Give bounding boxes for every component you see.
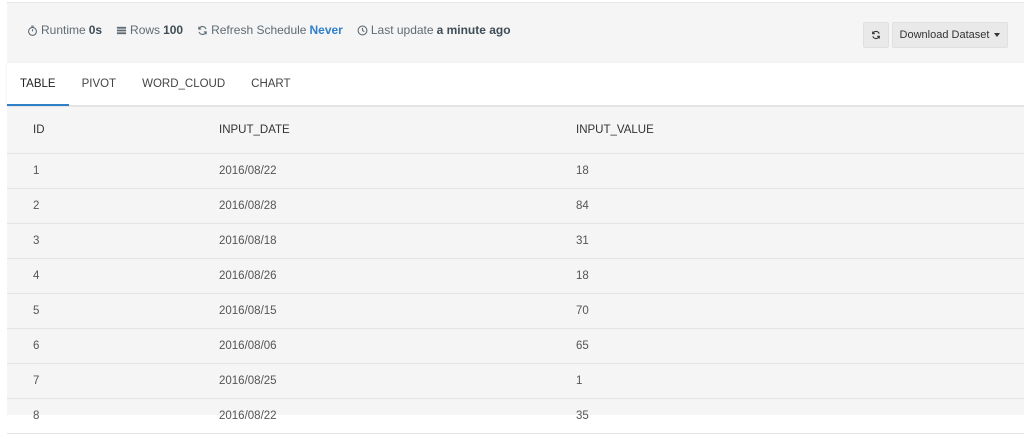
column-header-input-date[interactable]: INPUT_DATE [219, 107, 576, 153]
cell-id: 3 [7, 223, 219, 258]
cell-input-date: 2016/08/25 [219, 363, 576, 398]
table-row: 4 2016/08/26 18 [7, 258, 1024, 293]
rows-label: Rows [130, 23, 160, 37]
cell-id: 8 [7, 398, 219, 433]
cell-id: 1 [7, 153, 219, 188]
tab-word-cloud[interactable]: WORD_CLOUD [129, 63, 238, 105]
table-row: 3 2016/08/18 31 [7, 223, 1024, 258]
runtime-label: Runtime [41, 23, 86, 37]
cell-input-date: 2016/08/22 [219, 153, 576, 188]
rows-icon [116, 25, 127, 36]
refresh-icon [197, 25, 208, 36]
cell-input-date: 2016/08/22 [219, 398, 576, 433]
visualization-tabs: TABLE PIVOT WORD_CLOUD CHART [7, 63, 1024, 106]
cell-id: 2 [7, 188, 219, 223]
cell-input-value: 84 [576, 188, 1024, 223]
column-header-input-value[interactable]: INPUT_VALUE [576, 107, 1024, 153]
cell-input-date: 2016/08/26 [219, 258, 576, 293]
results-table-container: ID INPUT_DATE INPUT_VALUE 1 2016/08/22 1… [7, 107, 1024, 415]
cell-input-value: 70 [576, 293, 1024, 328]
stopwatch-icon [27, 25, 38, 36]
query-result-panel: Runtime 0s Rows 100 Refresh Schedule Nev… [7, 2, 1024, 415]
clock-icon [357, 25, 368, 36]
result-meta: Runtime 0s Rows 100 Refresh Schedule Nev… [27, 23, 511, 37]
refresh-schedule-label: Refresh Schedule [211, 23, 306, 37]
cell-id: 4 [7, 258, 219, 293]
cell-id: 7 [7, 363, 219, 398]
column-header-id[interactable]: ID [7, 107, 219, 153]
last-update-label: Last update [371, 23, 434, 37]
table-row: 6 2016/08/06 65 [7, 328, 1024, 363]
download-dataset-label: Download Dataset [900, 29, 990, 41]
caret-down-icon [994, 33, 1000, 37]
table-row: 1 2016/08/22 18 [7, 153, 1024, 188]
runtime-info: Runtime 0s [27, 23, 102, 37]
results-table: ID INPUT_DATE INPUT_VALUE 1 2016/08/22 1… [7, 107, 1024, 434]
cell-input-date: 2016/08/06 [219, 328, 576, 363]
cell-input-date: 2016/08/18 [219, 223, 576, 258]
tab-table[interactable]: TABLE [7, 63, 69, 105]
tab-pivot[interactable]: PIVOT [69, 63, 130, 105]
last-update-info: Last update a minute ago [357, 23, 511, 37]
refresh-button[interactable] [863, 22, 889, 48]
cell-input-date: 2016/08/28 [219, 188, 576, 223]
runtime-value: 0s [89, 23, 102, 37]
refresh-icon [871, 30, 881, 40]
download-dataset-button[interactable]: Download Dataset [892, 22, 1008, 48]
cell-input-date: 2016/08/15 [219, 293, 576, 328]
cell-input-value: 65 [576, 328, 1024, 363]
rows-info: Rows 100 [116, 23, 183, 37]
table-row: 5 2016/08/15 70 [7, 293, 1024, 328]
table-row: 7 2016/08/25 1 [7, 363, 1024, 398]
refresh-schedule-link[interactable]: Never [309, 23, 342, 37]
table-row: 2 2016/08/28 84 [7, 188, 1024, 223]
cell-input-value: 1 [576, 363, 1024, 398]
cell-id: 6 [7, 328, 219, 363]
rows-value: 100 [163, 23, 183, 37]
tab-chart[interactable]: CHART [238, 63, 303, 105]
cell-input-value: 18 [576, 258, 1024, 293]
cell-input-value: 35 [576, 398, 1024, 433]
table-header-row: ID INPUT_DATE INPUT_VALUE [7, 107, 1024, 153]
cell-id: 5 [7, 293, 219, 328]
cell-input-value: 18 [576, 153, 1024, 188]
result-meta-bar: Runtime 0s Rows 100 Refresh Schedule Nev… [7, 3, 1024, 63]
last-update-value: a minute ago [437, 23, 511, 37]
table-row: 8 2016/08/22 35 [7, 398, 1024, 433]
refresh-schedule-info: Refresh Schedule Never [197, 23, 343, 37]
cell-input-value: 31 [576, 223, 1024, 258]
